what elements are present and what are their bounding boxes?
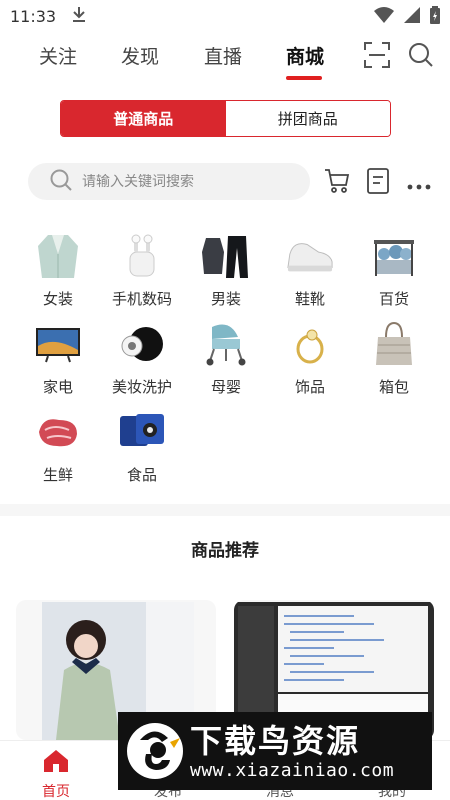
sneaker-icon — [286, 232, 334, 280]
tab-mall[interactable]: 商城 — [286, 42, 324, 69]
stroller-icon — [202, 320, 250, 368]
search-icon — [50, 169, 72, 195]
bag-icon — [370, 320, 418, 368]
watermark-url: www.xiazainiao.com — [190, 759, 395, 781]
watermark: 下载鸟资源 www.xiazainiao.com — [118, 712, 432, 790]
status-bar: 11:33 — [0, 0, 450, 32]
category-men-clothing[interactable]: 男装 — [184, 232, 268, 312]
category-beauty[interactable]: 美妆洗护 — [100, 320, 184, 400]
category-baby[interactable]: 母婴 — [184, 320, 268, 400]
download-icon — [72, 6, 86, 26]
bird-logo-icon — [127, 723, 183, 779]
more-icon[interactable] — [407, 175, 431, 194]
home-icon — [16, 749, 96, 777]
section-title: 商品推荐 — [191, 541, 259, 561]
active-tab-indicator — [286, 76, 322, 80]
signal-icon — [404, 7, 420, 27]
category-fresh-food[interactable]: 生鲜 — [16, 408, 100, 488]
status-time: 11:33 — [10, 6, 57, 26]
category-general-goods[interactable]: 百货 — [352, 232, 436, 312]
orders-icon[interactable] — [367, 168, 389, 198]
battery-icon — [430, 6, 440, 28]
search-bar[interactable] — [28, 163, 310, 200]
category-accessories[interactable]: 饰品 — [268, 320, 352, 400]
top-nav: 关注 发现 直播 商城 — [0, 36, 450, 80]
earbuds-icon — [118, 232, 166, 280]
category-appliances[interactable]: 家电 — [16, 320, 100, 400]
ring-icon — [286, 320, 334, 368]
snacks-icon — [118, 408, 166, 456]
wifi-icon — [374, 7, 394, 27]
search-row — [28, 163, 438, 201]
suit-icon — [202, 232, 250, 280]
section-divider — [0, 504, 450, 516]
category-bags[interactable]: 箱包 — [352, 320, 436, 400]
tab-live[interactable]: 直播 — [204, 42, 242, 69]
nav-home[interactable]: 首页 — [16, 749, 96, 800]
scan-icon[interactable] — [364, 42, 390, 72]
category-shoes[interactable]: 鞋靴 — [268, 232, 352, 312]
category-digital[interactable]: 手机数码 — [100, 232, 184, 312]
group-buy-products-button[interactable]: 拼团商品 — [225, 101, 390, 136]
normal-products-button[interactable]: 普通商品 — [61, 101, 226, 136]
cart-icon[interactable] — [324, 168, 350, 198]
watermark-text: 下载鸟资源 www.xiazainiao.com — [190, 722, 394, 781]
tab-discover[interactable]: 发现 — [121, 42, 159, 69]
product-type-switch: 普通商品 拼团商品 — [60, 100, 391, 137]
search-input[interactable] — [82, 173, 282, 190]
blazer-icon — [34, 232, 82, 280]
search-icon[interactable] — [408, 42, 434, 72]
watermark-title: 下载鸟资源 — [190, 721, 361, 760]
dish-rack-icon — [370, 232, 418, 280]
tv-icon — [34, 320, 82, 368]
meat-icon — [34, 408, 82, 456]
cosmetics-icon — [118, 320, 166, 368]
tab-follow[interactable]: 关注 — [39, 42, 77, 69]
category-food[interactable]: 食品 — [100, 408, 184, 488]
category-women-clothing[interactable]: 女装 — [16, 232, 100, 312]
